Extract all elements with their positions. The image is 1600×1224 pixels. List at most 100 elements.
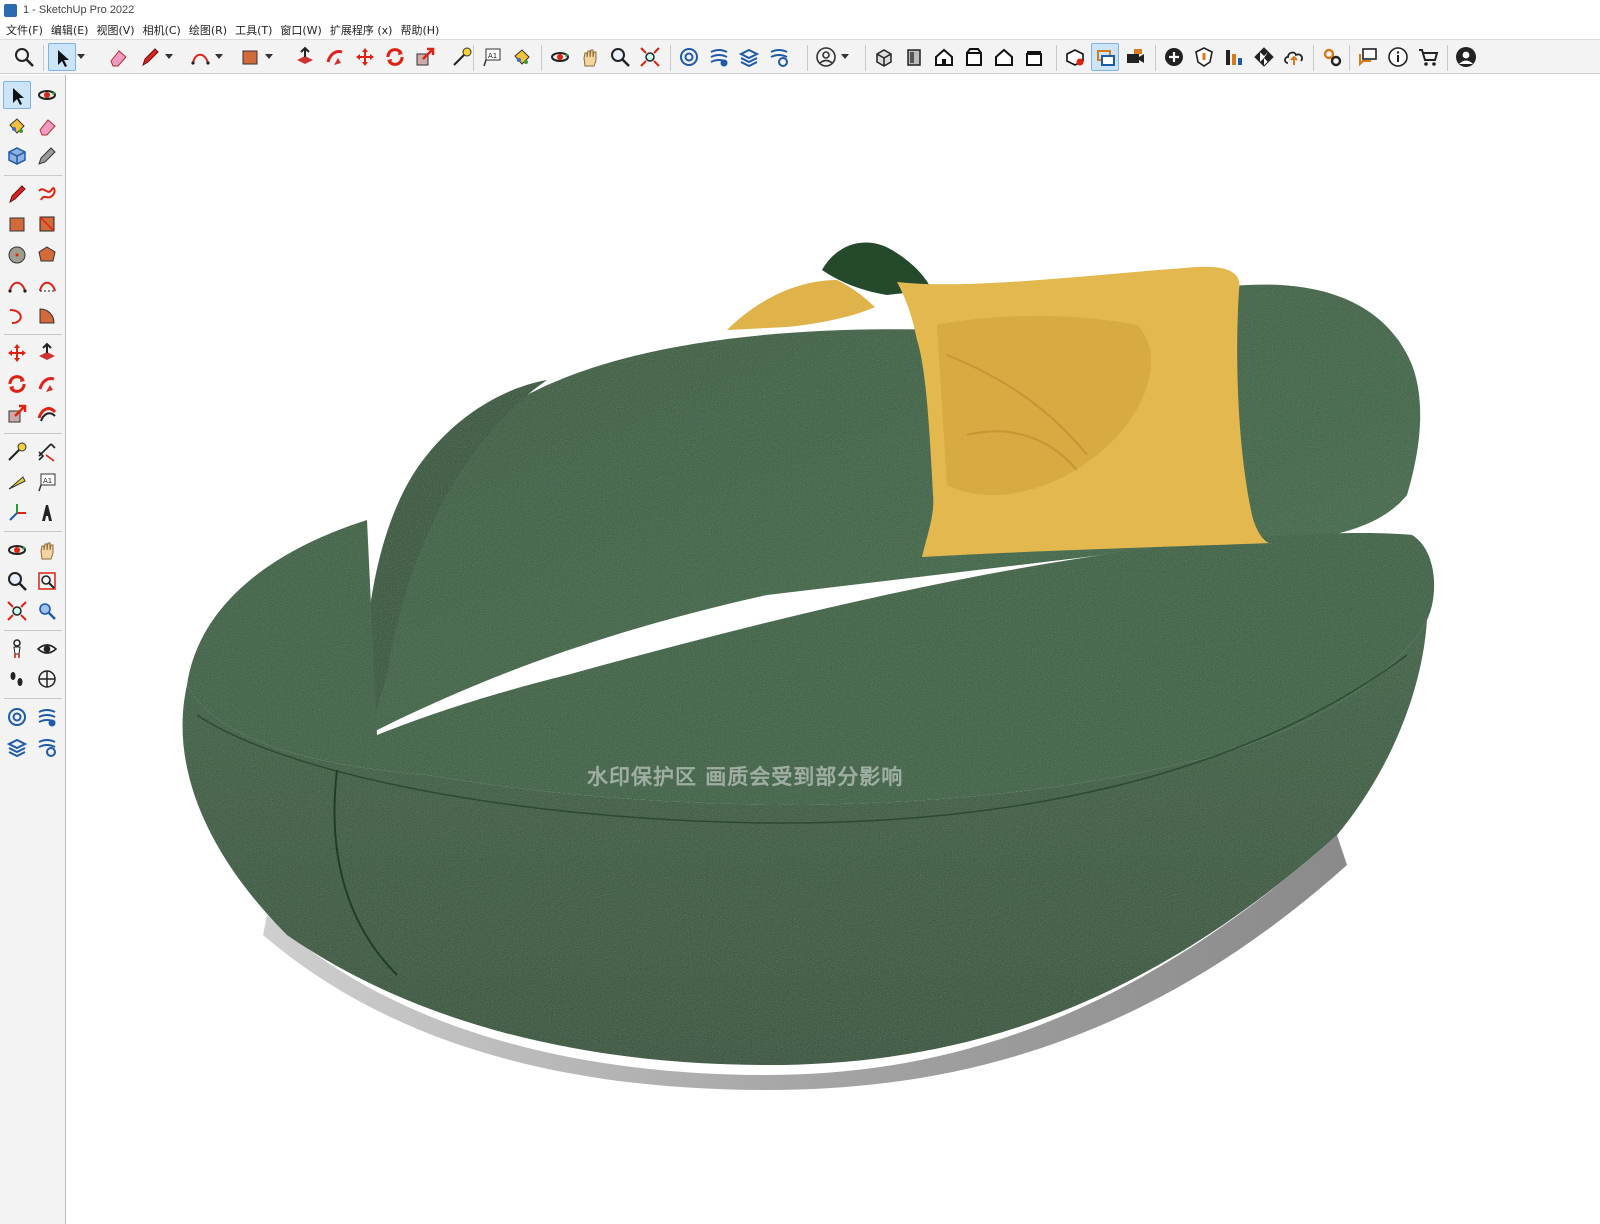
- model-viewport[interactable]: 水印保护区 画质会受到部分影响: [67, 75, 1600, 1224]
- tool-warehouse-button[interactable]: [3, 703, 31, 731]
- toolbar-arc-button[interactable]: [186, 43, 214, 71]
- tool-rotated-rectangle-button[interactable]: [33, 210, 61, 238]
- toolbar-scale-button[interactable]: [411, 43, 439, 71]
- toolbar-swap-button[interactable]: [1091, 43, 1119, 71]
- toolbar-user-button[interactable]: [812, 43, 840, 71]
- tool-two-point-arc-button[interactable]: [33, 271, 61, 299]
- toolbar-front-button[interactable]: [930, 43, 958, 71]
- tool-rectangle-button[interactable]: [3, 210, 31, 238]
- tool-share-model-button[interactable]: [33, 703, 61, 731]
- toolbar-shield-button[interactable]: [1190, 43, 1218, 71]
- tool-move-button[interactable]: [3, 339, 31, 367]
- tool-eraser-button[interactable]: [33, 112, 61, 140]
- toolbar-add-button[interactable]: [1160, 43, 1188, 71]
- tool-arc-button[interactable]: [3, 271, 31, 299]
- tool-previous-view-button[interactable]: [33, 597, 61, 625]
- tool-follow-me-button[interactable]: [33, 370, 61, 398]
- menu-view[interactable]: 视图(V): [94, 22, 140, 38]
- toolbar-move-button[interactable]: [351, 43, 379, 71]
- toolbar-select-button[interactable]: [48, 43, 76, 71]
- tool-walk-button[interactable]: [3, 665, 31, 693]
- toolbar-cart-button[interactable]: [1414, 43, 1442, 71]
- tool-three-point-arc-button[interactable]: [3, 302, 31, 330]
- tool-zoom-button[interactable]: [3, 567, 31, 595]
- menu-extensions[interactable]: 扩展程序 (x): [328, 22, 399, 38]
- chevron-down-icon[interactable]: [841, 54, 849, 59]
- tool-text-button[interactable]: A1: [33, 468, 61, 496]
- tool-pan-hand-button[interactable]: [33, 536, 61, 564]
- menu-tools[interactable]: 工具(T): [233, 22, 278, 38]
- toolbar-checker-button[interactable]: [1250, 43, 1278, 71]
- tool-dimension-button[interactable]: [33, 438, 61, 466]
- toolbar-tape-button[interactable]: [448, 43, 476, 71]
- toolbar-top-button[interactable]: [900, 43, 928, 71]
- menu-camera[interactable]: 相机(C): [141, 22, 187, 38]
- menu-draw[interactable]: 绘图(R): [187, 22, 233, 38]
- toolbar-cam-button[interactable]: [1121, 43, 1149, 71]
- tool-select-arrow-button[interactable]: [3, 81, 31, 109]
- toolbar-back-button[interactable]: [990, 43, 1018, 71]
- toolbar-pushpull-button[interactable]: [291, 43, 319, 71]
- toolbar-left-button[interactable]: [1020, 43, 1048, 71]
- toolbar-wh2-button[interactable]: [705, 43, 733, 71]
- tool-pie-button[interactable]: [33, 302, 61, 330]
- toolbar-line-button[interactable]: [136, 43, 164, 71]
- chevron-down-icon[interactable]: [215, 54, 223, 59]
- toolbar-zoomext-button[interactable]: [636, 43, 664, 71]
- tool-rotate-button[interactable]: [3, 370, 31, 398]
- tool-pencil-button[interactable]: [3, 180, 31, 208]
- toolbar-account-button[interactable]: [1452, 43, 1480, 71]
- toolbar-pan-button[interactable]: [576, 43, 604, 71]
- toolbar-cloud-button[interactable]: [1280, 43, 1308, 71]
- toolbar-orbit-button[interactable]: [546, 43, 574, 71]
- tool-polygon-button[interactable]: [33, 241, 61, 269]
- toolbar-text-button[interactable]: A1: [478, 43, 506, 71]
- toolbar-bars-button[interactable]: [1220, 43, 1248, 71]
- tool-scale-button[interactable]: [3, 400, 31, 428]
- toolbar-right-button[interactable]: [960, 43, 988, 71]
- tool-zoom-window-button[interactable]: [33, 567, 61, 595]
- tool-component-button[interactable]: [3, 142, 31, 170]
- tool-axes-button[interactable]: [3, 499, 31, 527]
- chevron-down-icon[interactable]: [77, 54, 85, 59]
- tool-push-pull-button[interactable]: [33, 339, 61, 367]
- tool-tag-button[interactable]: [33, 142, 61, 170]
- tool-offset-button[interactable]: [33, 400, 61, 428]
- tool-paint-bucket-button[interactable]: [3, 112, 31, 140]
- toolbar-wh4-button[interactable]: [765, 43, 793, 71]
- toolbar-rectangle-button[interactable]: [236, 43, 264, 71]
- toolbar-info-button[interactable]: [1384, 43, 1412, 71]
- tool-orbit-button[interactable]: [3, 536, 31, 564]
- tool-protractor-button[interactable]: [3, 468, 31, 496]
- tool-share-component-button[interactable]: [3, 733, 31, 761]
- tool-section-plane-button[interactable]: [33, 665, 61, 693]
- tool-orbit-button[interactable]: [33, 81, 61, 109]
- chevron-down-icon[interactable]: [265, 54, 273, 59]
- tool-zoom-extents-button[interactable]: [3, 597, 31, 625]
- toolbar-paint-button[interactable]: [508, 43, 536, 71]
- menu-window[interactable]: 窗口(W): [278, 22, 327, 38]
- toolbar-zoom2-button[interactable]: [606, 43, 634, 71]
- toolbar-rotate-button[interactable]: [381, 43, 409, 71]
- menu-edit[interactable]: 编辑(E): [49, 22, 95, 38]
- tool-freehand-button[interactable]: [33, 180, 61, 208]
- sofa-scene: [182, 242, 1435, 1090]
- menu-file[interactable]: 文件(F): [4, 22, 49, 38]
- toolbar-eraser-button[interactable]: [104, 43, 132, 71]
- chevron-down-icon[interactable]: [165, 54, 173, 59]
- menu-help[interactable]: 帮助(H): [398, 22, 445, 38]
- toolbar-cmp-button[interactable]: [1061, 43, 1089, 71]
- tool-tape-measure-button[interactable]: [3, 438, 31, 466]
- tool-extension-warehouse-button[interactable]: [33, 733, 61, 761]
- toolbar-followme-button[interactable]: [321, 43, 349, 71]
- tool-circle-button[interactable]: [3, 241, 31, 269]
- tool-look-around-button[interactable]: [33, 635, 61, 663]
- toolbar-zoom-button[interactable]: [10, 43, 38, 71]
- toolbar-wh1-button[interactable]: [675, 43, 703, 71]
- tool-position-camera-button[interactable]: [3, 635, 31, 663]
- toolbar-iso-button[interactable]: [870, 43, 898, 71]
- tool-3d-text-button[interactable]: [33, 499, 61, 527]
- toolbar-chat-button[interactable]: [1354, 43, 1382, 71]
- toolbar-gears-button[interactable]: [1318, 43, 1346, 71]
- toolbar-wh3-button[interactable]: [735, 43, 763, 71]
